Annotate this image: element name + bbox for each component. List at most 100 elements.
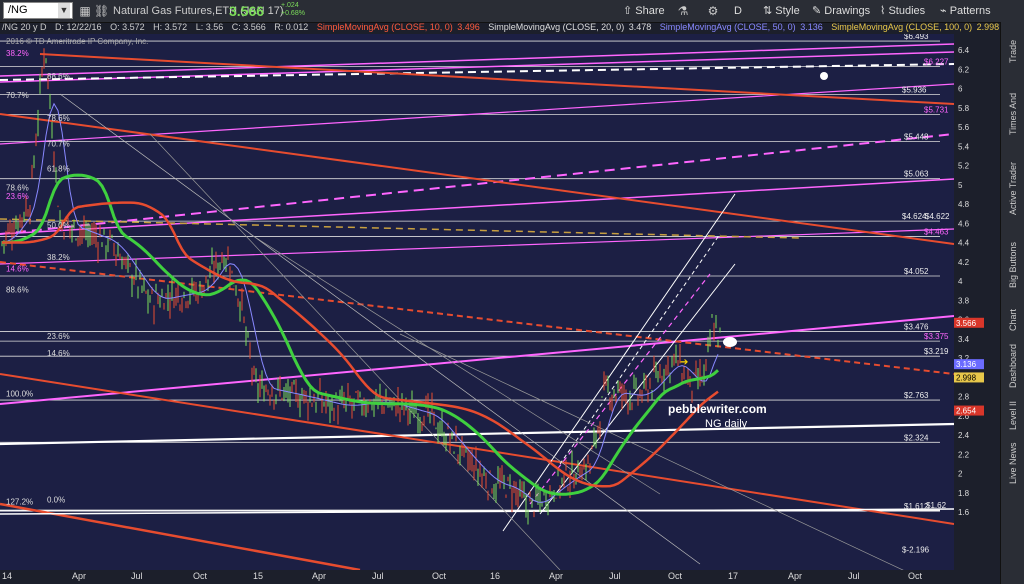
sma50-label[interactable]: SimpleMovingAvg (CLOSE, 50, 0) xyxy=(660,22,796,32)
fib-left-label: 23.6% xyxy=(6,192,29,201)
bar-date: D: 12/22/16 xyxy=(55,22,102,32)
chart-description: /NG 20 y D xyxy=(2,22,47,32)
link-icon[interactable]: ⛓ xyxy=(94,4,109,18)
sma20-label[interactable]: SimpleMovingAvg (CLOSE, 20, 0) xyxy=(488,22,624,32)
bar-open: O: 3.572 xyxy=(110,22,145,32)
share-label: Share xyxy=(635,5,665,17)
sidebar-tab[interactable]: Active Trader xyxy=(1001,150,1024,226)
price-chart[interactable]: 100.0% 38.2% 88.6% 70.7% 78.6% 70.7% 61.8% 78.6… xyxy=(0,34,954,570)
sidebar-tab[interactable]: Live News xyxy=(1001,440,1024,486)
trend-line[interactable] xyxy=(0,315,954,405)
price-tick: 4.6 xyxy=(958,219,970,228)
trend-line[interactable] xyxy=(0,178,954,235)
sidebar-tab[interactable]: Dashboard xyxy=(1001,342,1024,390)
bar-range: R: 0.012 xyxy=(274,22,309,32)
sidebar-tab[interactable]: Big Buttons xyxy=(1001,232,1024,298)
trend-line[interactable] xyxy=(0,373,954,525)
fib-right-label: $5.448 xyxy=(904,133,929,142)
drawings-button[interactable]: ✎ Drawings xyxy=(812,2,870,20)
sidebar-tab[interactable]: Chart xyxy=(1001,302,1024,338)
trend-line[interactable] xyxy=(0,228,954,265)
price-tag-label: 3.136 xyxy=(956,360,977,369)
price-tick: 2.8 xyxy=(958,393,970,402)
time-tick: Jul xyxy=(609,571,621,581)
fib-left-label: 0.0% xyxy=(47,495,65,504)
price-tick: 2 xyxy=(958,470,963,479)
fib-left-label: 127.2% xyxy=(6,497,33,506)
bar-high: H: 3.572 xyxy=(153,22,188,32)
style-button[interactable]: ⇅ Style xyxy=(763,2,800,20)
copyright-text: 2016 © TD Ameritrade IP Company, Inc. xyxy=(6,37,148,46)
price-tag-label: 2.998 xyxy=(956,373,977,382)
gear-icon[interactable]: ⚙ xyxy=(706,4,720,18)
fib-left-label: 14.6% xyxy=(6,264,29,273)
fib-left-label: 100.0% xyxy=(6,390,33,399)
fib-right-label: $6.493 xyxy=(904,34,929,41)
time-tick: Oct xyxy=(908,571,923,581)
time-tick: Jul xyxy=(372,571,384,581)
sma100-line[interactable] xyxy=(2,201,719,488)
bar-low: L: 3.56 xyxy=(195,22,224,32)
sma50-line[interactable] xyxy=(2,173,720,496)
trend-line[interactable] xyxy=(399,333,954,570)
time-tick: 14 xyxy=(2,571,13,581)
price-tick: 1.8 xyxy=(958,489,970,498)
fib-right-label: $1.62 xyxy=(926,501,947,510)
studies-label: Studies xyxy=(888,5,926,17)
trend-line[interactable] xyxy=(149,133,561,570)
flask-icon[interactable]: ⚗ xyxy=(676,4,690,18)
price-tick: 4.2 xyxy=(958,258,970,267)
fib-left-label: 78.6% xyxy=(47,114,70,123)
fib-left-label: 88.6% xyxy=(6,286,29,295)
trend-line[interactable] xyxy=(0,133,954,235)
price-tick: 5.6 xyxy=(958,123,970,132)
trend-line[interactable] xyxy=(0,261,954,375)
chevron-down-icon[interactable]: ▼ xyxy=(58,3,70,18)
fib-right-label: $3.219 xyxy=(924,347,949,356)
studies-button[interactable]: ⌇ Studies xyxy=(880,2,925,20)
price-tick: 3.4 xyxy=(958,335,970,344)
price-tick: 4.8 xyxy=(958,200,970,209)
watermark-title: NG daily xyxy=(705,418,748,430)
sidebar-tab[interactable]: Times And Sales xyxy=(1001,82,1024,146)
interval-label: D xyxy=(734,5,742,17)
sma10-label[interactable]: SimpleMovingAvg (CLOSE, 10, 0) xyxy=(317,22,453,32)
trend-line[interactable] xyxy=(39,53,954,105)
sidebar-tab[interactable]: Trade xyxy=(1001,26,1024,76)
fib-right-label: $2.763 xyxy=(904,391,929,400)
share-button[interactable]: ⇧ Share xyxy=(623,2,665,20)
price-tick: 6 xyxy=(958,85,963,94)
sidebar-tab[interactable]: Level II xyxy=(1001,396,1024,434)
interval-button[interactable]: D xyxy=(734,2,742,20)
grid-icon[interactable]: ▦ xyxy=(78,4,92,18)
time-tick: 16 xyxy=(490,571,501,581)
price-tick: 3.8 xyxy=(958,296,970,305)
patterns-button[interactable]: ⌁ Patterns xyxy=(940,2,991,20)
time-tick: Oct xyxy=(668,571,683,581)
time-axis[interactable]: 14 Apr Jul Oct 15 Apr Jul Oct 16 Apr Jul Oct 17 Apr Ju… xyxy=(0,570,1000,584)
fib-right-label: $4.463 xyxy=(924,227,949,236)
fib-right-label: $5.063 xyxy=(904,170,929,179)
fib-left-label: 88.6% xyxy=(47,72,70,81)
chart-canvas[interactable]: 100.0% 38.2% 88.6% 70.7% 78.6% 70.7% 61.8% 78.6… xyxy=(0,34,954,570)
fib-left-label: 70.7% xyxy=(47,139,70,148)
fib-right-label: $4.622 xyxy=(925,212,950,221)
fib-right-label: $2.324 xyxy=(904,433,929,442)
price-axis[interactable]: 6.46.265.85.65.45.254.84.64.44.243.83.63… xyxy=(954,34,1000,570)
change-amount: +.024 xyxy=(281,2,299,9)
fib-right-label: $1.612 xyxy=(904,502,929,511)
price-tag-label: 2.654 xyxy=(956,407,977,416)
fib-right-label: $3.375 xyxy=(924,332,949,341)
fib-left-label: 100.0% xyxy=(50,34,77,35)
time-tick: Oct xyxy=(193,571,208,581)
sma100-label[interactable]: SimpleMovingAvg (CLOSE, 100, 0) xyxy=(831,22,972,32)
arrow-marker: ➔ xyxy=(680,357,688,368)
price-tick: 1.6 xyxy=(958,508,970,517)
bar-close: C: 3.566 xyxy=(231,22,266,32)
trend-line[interactable] xyxy=(59,93,701,565)
time-tick: Apr xyxy=(72,571,87,581)
fib-left-label: 38.2% xyxy=(6,49,29,58)
time-tick: Jul xyxy=(848,571,860,581)
fib-right-label: $6.227 xyxy=(924,58,949,67)
symbol-input[interactable]: /NG ▼ xyxy=(3,2,73,19)
